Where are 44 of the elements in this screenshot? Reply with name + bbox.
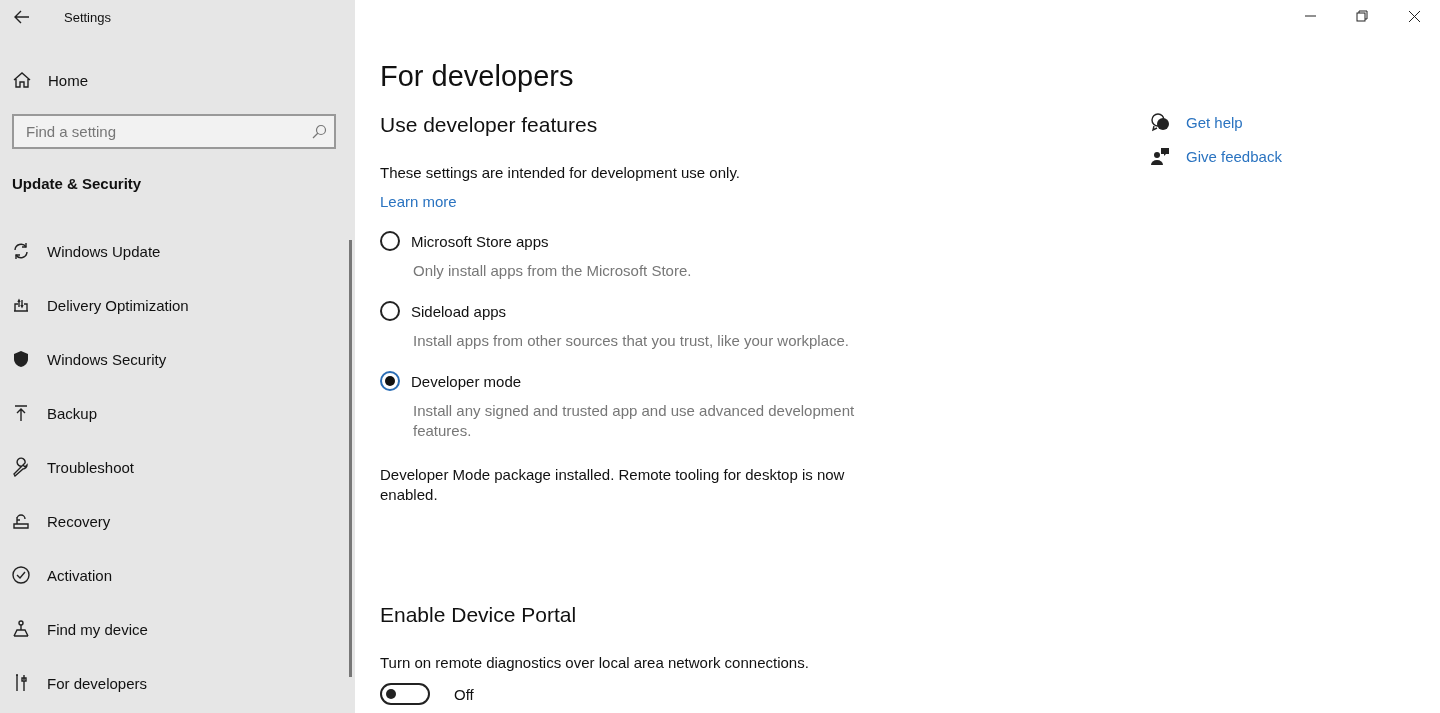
wrench-icon bbox=[11, 457, 31, 477]
sidebar-item[interactable]: Delivery Optimization bbox=[47, 296, 189, 314]
search-icon bbox=[311, 124, 327, 140]
radio-label[interactable]: Sideload apps bbox=[411, 302, 507, 320]
shield-icon bbox=[11, 349, 31, 369]
help-chat-icon bbox=[1150, 112, 1170, 132]
learn-more-link[interactable]: Learn more bbox=[380, 193, 457, 210]
radio-button[interactable] bbox=[380, 231, 400, 251]
help-link[interactable]: Get help bbox=[1186, 113, 1243, 131]
sidebar-item[interactable]: Find my device bbox=[47, 620, 148, 638]
feedback-icon bbox=[1150, 146, 1170, 166]
toggle-switch[interactable] bbox=[380, 683, 430, 705]
sidebar-item[interactable]: Recovery bbox=[47, 512, 111, 530]
help-link[interactable]: Give feedback bbox=[1186, 147, 1282, 165]
radio-button[interactable] bbox=[380, 301, 400, 321]
scrollbar[interactable] bbox=[349, 240, 352, 677]
section-heading: Enable Device Portal bbox=[380, 603, 578, 627]
option-description: Install apps from other sources that you trust, like your workplace. bbox=[413, 331, 851, 351]
option-description: Install any signed and trusted app and use advanced development features. bbox=[413, 401, 856, 441]
sidebar-item[interactable]: Windows Security bbox=[47, 350, 167, 368]
recovery-icon bbox=[11, 511, 31, 531]
radio-label[interactable]: Microsoft Store apps bbox=[411, 232, 549, 250]
section-title: Update & Security bbox=[12, 175, 143, 192]
toggle-state-label: Off bbox=[454, 685, 474, 703]
sidebar-item[interactable]: For developers bbox=[47, 674, 148, 692]
page-title: For developers bbox=[380, 60, 575, 93]
person-icon bbox=[11, 619, 31, 639]
radio-label[interactable]: Developer mode bbox=[411, 372, 522, 390]
sidebar-item[interactable]: Windows Update bbox=[47, 242, 161, 260]
status-text: Developer Mode package installed. Remote tooling for desktop is now enabled. bbox=[380, 465, 846, 505]
intro-text: These settings are intended for development use only. bbox=[380, 163, 741, 183]
radio-button[interactable] bbox=[380, 371, 400, 391]
sidebar-item[interactable]: Troubleshoot bbox=[47, 458, 134, 476]
portal-description: Turn on remote diagnostics over local area network connections. bbox=[380, 653, 810, 673]
search-field[interactable]: Find a setting bbox=[12, 114, 336, 149]
sync-icon bbox=[11, 241, 31, 261]
section-heading: Use developer features bbox=[380, 113, 599, 137]
option-description: Only install apps from the Microsoft Store. bbox=[413, 261, 693, 281]
home-icon bbox=[12, 70, 32, 90]
sidebar-item[interactable]: Backup bbox=[47, 404, 98, 422]
home-link[interactable]: Home bbox=[48, 71, 88, 89]
window-title: Settings bbox=[64, 9, 111, 25]
sidebar-item[interactable]: Activation bbox=[47, 566, 113, 584]
check-circle-icon bbox=[11, 565, 31, 585]
